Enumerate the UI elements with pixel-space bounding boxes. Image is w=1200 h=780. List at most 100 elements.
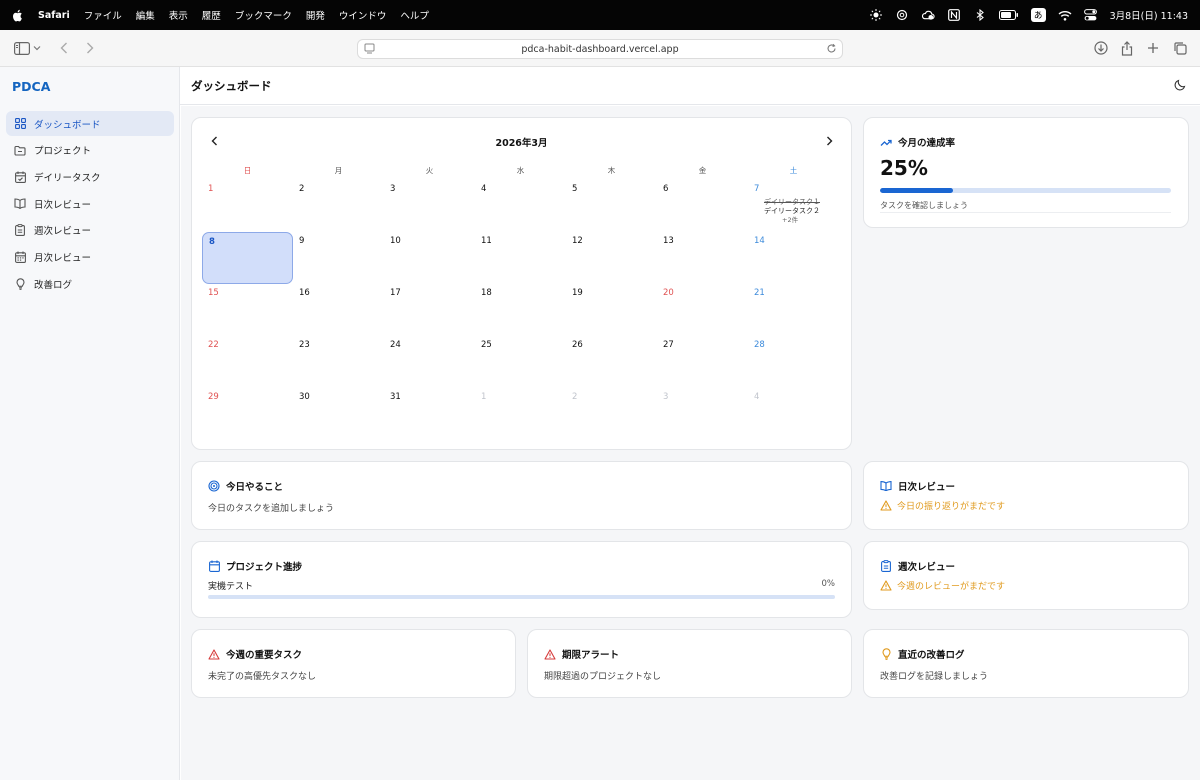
openai-icon[interactable]	[895, 8, 909, 22]
calendar-day[interactable]: 14	[748, 232, 839, 284]
calendar-day[interactable]: 31	[384, 388, 475, 440]
calendar-more-events[interactable]: +2件	[782, 216, 839, 225]
calendar-day[interactable]: 11	[475, 232, 566, 284]
sidebar-item-label: プロジェクト	[34, 146, 92, 158]
deadline-alert-text: 期限超過のプロジェクトなし	[544, 672, 662, 682]
chevron-down-icon[interactable]	[32, 39, 42, 57]
back-arrow-icon[interactable]	[54, 39, 74, 57]
calendar-day[interactable]: 21	[748, 284, 839, 336]
calendar-day[interactable]: 5	[566, 180, 657, 232]
calendar-day[interactable]: 26	[566, 336, 657, 388]
menu-file[interactable]: ファイル	[84, 8, 122, 22]
menu-window[interactable]: ウインドウ	[339, 8, 387, 22]
tab-overview-icon[interactable]	[1170, 39, 1190, 57]
control-center-icon[interactable]	[1084, 8, 1098, 22]
calendar-day[interactable]: 7 デイリータスク１ デイリータスク２ +2件	[748, 180, 839, 232]
lightbulb-icon	[14, 277, 26, 290]
deadline-alert-card: 期限アラート 期限超過のプロジェクトなし	[527, 629, 852, 698]
calendar-day[interactable]: 2	[566, 388, 657, 440]
sidebar-nav: ダッシュボード プロジェクト デイリータスク 日次レビュー 週次レビュー 月次レ…	[6, 111, 174, 298]
sidebar-item-improvement-log[interactable]: 改善ログ	[6, 271, 174, 296]
forward-arrow-icon[interactable]	[80, 39, 100, 57]
calendar-day-number: 3	[663, 392, 669, 402]
sidebar-item-dashboard[interactable]: ダッシュボード	[6, 111, 174, 136]
calendar-day[interactable]: 6	[657, 180, 748, 232]
calendar-day[interactable]: 10	[384, 232, 475, 284]
app-brand[interactable]: PDCA	[12, 79, 50, 94]
notion-icon[interactable]	[947, 8, 961, 22]
calendar-day[interactable]: 30	[293, 388, 384, 440]
url-text[interactable]: pdca-habit-dashboard.vercel.app	[521, 44, 678, 55]
calendar-day[interactable]: 24	[384, 336, 475, 388]
cloud-sync-icon[interactable]	[921, 8, 935, 22]
page-settings-icon[interactable]	[364, 43, 375, 57]
calendar-day[interactable]: 1	[202, 180, 293, 232]
achievement-note: タスクを確認しましょう	[880, 201, 968, 210]
deadline-alert-title: 期限アラート	[562, 650, 620, 661]
calendar-day[interactable]: 23	[293, 336, 384, 388]
sidebar-item-daily-tasks[interactable]: デイリータスク	[6, 164, 174, 189]
address-bar[interactable]: pdca-habit-dashboard.vercel.app	[357, 39, 843, 59]
calendar-day[interactable]: 4	[748, 388, 839, 440]
battery-icon[interactable]	[998, 8, 1019, 22]
next-month-icon[interactable]	[822, 134, 836, 148]
new-tab-icon[interactable]	[1143, 39, 1163, 57]
calendar-day[interactable]: 4	[475, 180, 566, 232]
sidebar-item-projects[interactable]: プロジェクト	[6, 138, 174, 163]
calendar-day[interactable]: 22	[202, 336, 293, 388]
calendar-day[interactable]: 13	[657, 232, 748, 284]
calendar-day[interactable]: 18	[475, 284, 566, 336]
calendar-day[interactable]: 9	[293, 232, 384, 284]
calendar-day[interactable]: 20	[657, 284, 748, 336]
calendar-day[interactable]: 25	[475, 336, 566, 388]
calendar-check-icon	[14, 171, 26, 183]
calendar-day[interactable]: 2	[293, 180, 384, 232]
menu-view[interactable]: 表示	[169, 8, 188, 22]
menu-app-safari[interactable]: Safari	[38, 10, 70, 21]
calendar-event[interactable]: デイリータスク２	[764, 207, 839, 216]
daily-review-warning: 今日の振り返りがまだです	[880, 499, 1005, 512]
achievement-progress-bar	[880, 188, 1171, 193]
downloads-icon[interactable]	[1091, 39, 1111, 57]
sidebar-item-daily-review[interactable]: 日次レビュー	[6, 191, 174, 216]
book-open-icon	[880, 480, 892, 492]
calendar-day[interactable]: 3	[657, 388, 748, 440]
menu-help[interactable]: ヘルプ	[400, 8, 429, 22]
calendar-day[interactable]: 17	[384, 284, 475, 336]
moon-icon[interactable]	[1174, 79, 1186, 94]
wifi-icon[interactable]	[1058, 8, 1072, 22]
calendar-day[interactable]: 8	[202, 232, 293, 284]
share-icon[interactable]	[1117, 39, 1137, 57]
weekday-header: 木	[607, 166, 616, 175]
calendar-day[interactable]: 28	[748, 336, 839, 388]
calendar-event[interactable]: デイリータスク１	[764, 198, 839, 207]
weekday-header: 金	[698, 166, 707, 175]
apple-logo-icon[interactable]	[12, 9, 26, 22]
calendar-day[interactable]: 3	[384, 180, 475, 232]
menu-history[interactable]: 履歴	[202, 8, 221, 22]
calendar-day[interactable]: 1	[475, 388, 566, 440]
calendar-day[interactable]: 29	[202, 388, 293, 440]
calendar-day[interactable]: 19	[566, 284, 657, 336]
calendar-day[interactable]: 12	[566, 232, 657, 284]
sidebar-toggle-icon[interactable]	[12, 39, 32, 57]
improvement-log-card: 直近の改善ログ 改善ログを記録しましょう	[863, 629, 1189, 698]
brightness-icon[interactable]	[869, 8, 883, 22]
bluetooth-icon[interactable]	[973, 8, 987, 22]
calendar-day-number: 22	[208, 340, 219, 350]
important-tasks-title: 今週の重要タスク	[226, 650, 303, 661]
reload-icon[interactable]	[826, 43, 837, 57]
sidebar-item-label: ダッシュボード	[34, 119, 101, 131]
menu-develop[interactable]: 開発	[306, 8, 325, 22]
input-mode-indicator[interactable]: あ	[1030, 8, 1046, 22]
menu-bookmarks[interactable]: ブックマーク	[235, 8, 292, 22]
sidebar-item-weekly-review[interactable]: 週次レビュー	[6, 218, 174, 243]
menu-edit[interactable]: 編集	[136, 8, 155, 22]
sidebar-item-monthly-review[interactable]: 月次レビュー	[6, 244, 174, 269]
calendar-day[interactable]: 16	[293, 284, 384, 336]
calendar-day[interactable]: 15	[202, 284, 293, 336]
menubar-clock[interactable]: 3月8日(日) 11:43	[1110, 8, 1188, 22]
calendar-day[interactable]: 27	[657, 336, 748, 388]
calendar-day-number: 7	[754, 184, 760, 194]
daily-review-card: 日次レビュー 今日の振り返りがまだです	[863, 461, 1189, 530]
